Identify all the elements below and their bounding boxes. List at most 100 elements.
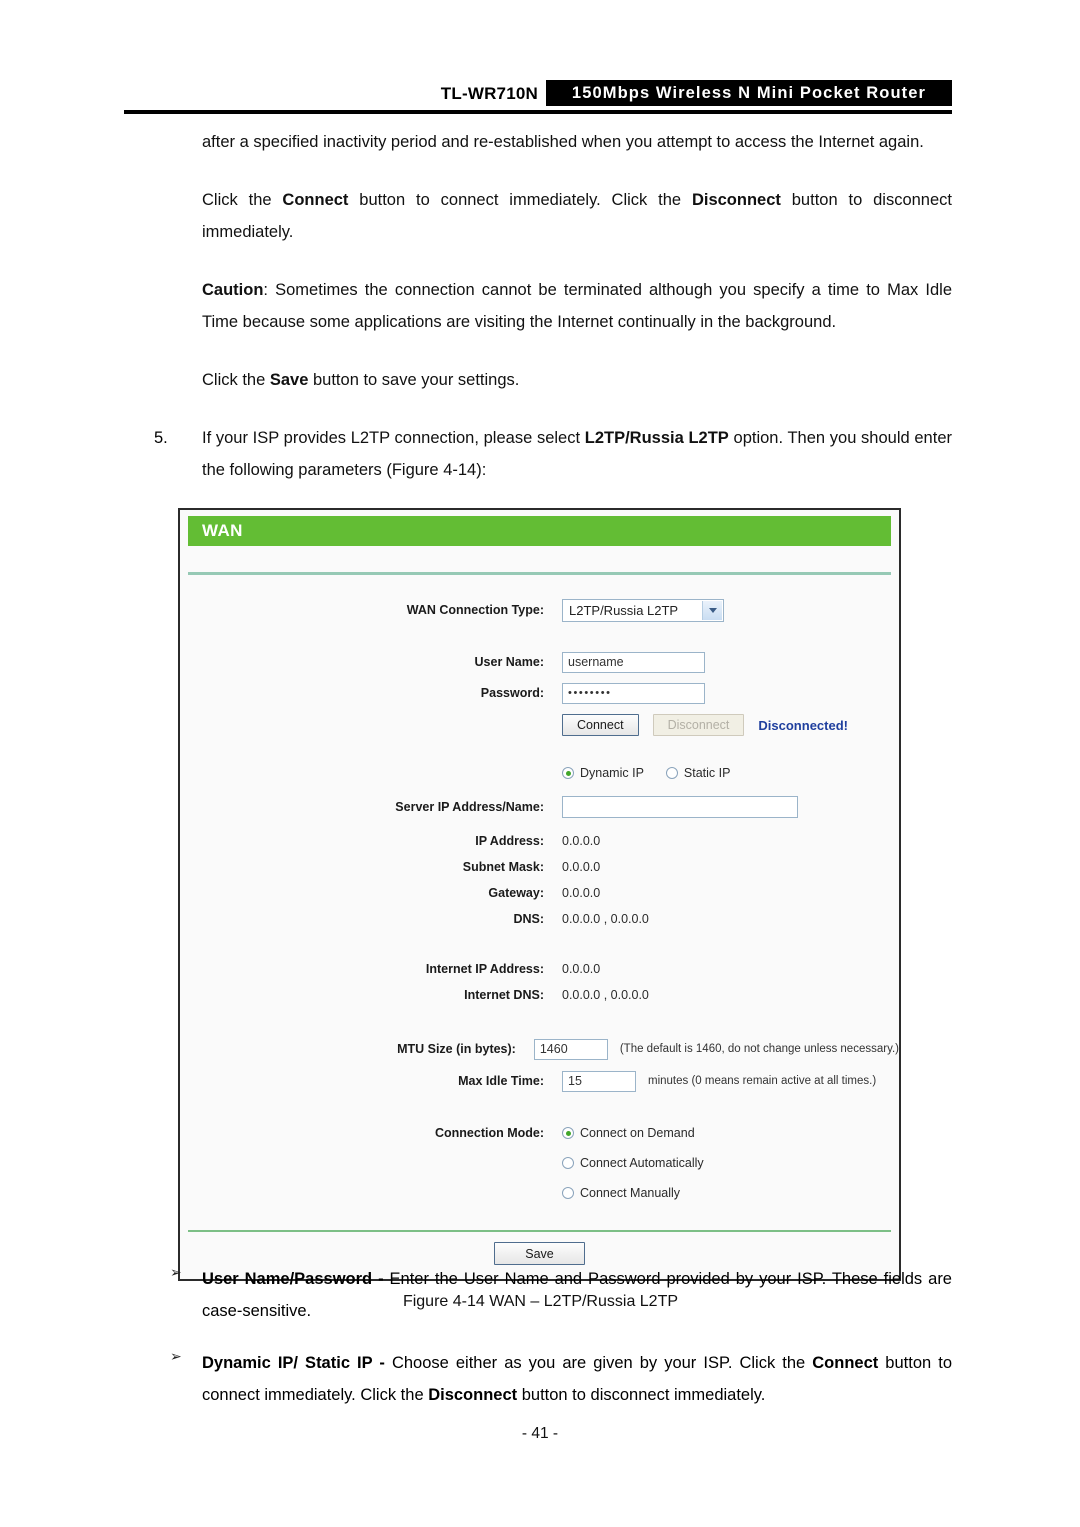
value-internet-ip-address: 0.0.0.0 bbox=[562, 962, 601, 976]
row-password: Password: bbox=[180, 680, 899, 706]
ip-mode-radio-group: Dynamic IP Static IP bbox=[562, 766, 752, 780]
row-ip-mode: Dynamic IP Static IP bbox=[180, 760, 899, 786]
radio-connect-on-demand[interactable] bbox=[562, 1127, 574, 1139]
bullet-2-bold-a: Dynamic IP/ Static IP - bbox=[202, 1354, 392, 1372]
label-ip-address: IP Address: bbox=[475, 834, 544, 848]
bullet-dynamic-static-ip: ➢ Dynamic IP/ Static IP - Choose either … bbox=[170, 1347, 952, 1411]
label-connect-on-demand[interactable]: Connect on Demand bbox=[580, 1126, 695, 1140]
max-idle-time-input[interactable] bbox=[562, 1070, 636, 1092]
label-dns: DNS: bbox=[513, 912, 544, 926]
mtu-hint-text: (The default is 1460, do not change unle… bbox=[619, 1043, 899, 1055]
disconnect-bold: Disconnect bbox=[691, 191, 781, 209]
mtu-control: (The default is 1460, do not change unle… bbox=[533, 1038, 899, 1060]
caution-text: : Sometimes the connection cannot be ter… bbox=[202, 281, 952, 331]
label-dynamic-ip[interactable]: Dynamic IP bbox=[580, 766, 644, 780]
list-item-5-text: If your ISP provides L2TP connection, pl… bbox=[202, 422, 952, 486]
label-internet-dns: Internet DNS: bbox=[464, 988, 544, 1002]
wan-panel-title: WAN bbox=[188, 516, 891, 546]
item5-pre: If your ISP provides L2TP connection, pl… bbox=[202, 429, 585, 447]
internet-field-group: Internet IP Address: 0.0.0.0 Internet DN… bbox=[180, 956, 899, 1008]
wan-settings-panel: WAN WAN Connection Type: L2TP/Russia L2T… bbox=[178, 508, 901, 1281]
label-connect-manually[interactable]: Connect Manually bbox=[580, 1186, 680, 1200]
row-max-idle-time: Max Idle Time: minutes (0 means remain a… bbox=[180, 1068, 899, 1094]
radio-dynamic-ip[interactable] bbox=[562, 767, 574, 779]
save-text-post: button to save your settings. bbox=[308, 371, 520, 389]
value-internet-dns: 0.0.0.0 , 0.0.0.0 bbox=[562, 988, 649, 1002]
row-mtu-size: MTU Size (in bytes): (The default is 146… bbox=[180, 1036, 899, 1062]
label-mtu-size: MTU Size (in bytes): bbox=[397, 1042, 516, 1056]
max-idle-hint-text: minutes (0 means remain active at all ti… bbox=[648, 1075, 877, 1087]
row-subnet-mask: Subnet Mask: 0.0.0.0 bbox=[180, 854, 899, 880]
row-gateway: Gateway: 0.0.0.0 bbox=[180, 880, 899, 906]
bullet-2-text-a: Choose either as you are given by your I… bbox=[391, 1354, 813, 1372]
header-model-name: TL-WR710N bbox=[440, 84, 538, 103]
mtu-size-input[interactable] bbox=[533, 1038, 608, 1060]
row-connection-mode-manual: Connect Manually bbox=[180, 1180, 899, 1206]
header-rule bbox=[124, 110, 952, 114]
bullet-user-name-password-text: User Name/Password - Enter the User Name… bbox=[202, 1263, 952, 1327]
save-bold: Save bbox=[269, 371, 309, 389]
user-name-control bbox=[562, 651, 705, 673]
header-product-tagline: 150Mbps Wireless N Mini Pocket Router bbox=[546, 80, 952, 106]
row-dns: DNS: 0.0.0.0 , 0.0.0.0 bbox=[180, 906, 899, 932]
label-connect-automatically[interactable]: Connect Automatically bbox=[580, 1156, 704, 1170]
label-wan-connection-type: WAN Connection Type: bbox=[406, 603, 544, 617]
row-internet-ip-address: Internet IP Address: 0.0.0.0 bbox=[180, 956, 899, 982]
user-name-input[interactable] bbox=[562, 651, 705, 673]
value-ip-address: 0.0.0.0 bbox=[562, 834, 601, 848]
row-server-ip: Server IP Address/Name: bbox=[180, 794, 899, 820]
bullet-2-text-c: button to disconnect immediately. bbox=[517, 1386, 766, 1404]
bullet-user-name-password: ➢ User Name/Password - Enter the User Na… bbox=[170, 1263, 952, 1327]
label-static-ip[interactable]: Static IP bbox=[684, 766, 731, 780]
row-connection-mode-auto: Connect Automatically bbox=[180, 1150, 899, 1176]
value-dns: 0.0.0.0 , 0.0.0.0 bbox=[562, 912, 649, 926]
label-gateway: Gateway: bbox=[488, 886, 544, 900]
connect-actions: Connect Disconnect Disconnected! bbox=[562, 714, 848, 736]
caution-label: Caution bbox=[202, 281, 264, 299]
password-input[interactable] bbox=[562, 682, 705, 704]
label-user-name: User Name: bbox=[474, 655, 544, 669]
row-wan-connection-type: WAN Connection Type: L2TP/Russia L2TP bbox=[180, 597, 899, 623]
radio-connect-manually[interactable] bbox=[562, 1187, 574, 1199]
radio-connect-automatically[interactable] bbox=[562, 1157, 574, 1169]
bullet-marker-icon: ➢ bbox=[170, 1348, 182, 1364]
radio-static-ip[interactable] bbox=[665, 767, 678, 779]
row-connect-actions: Connect Disconnect Disconnected! bbox=[180, 712, 899, 738]
connect-text-pre: Click the bbox=[202, 191, 283, 209]
page-number: - 41 - bbox=[521, 1425, 559, 1442]
value-gateway: 0.0.0.0 bbox=[562, 886, 601, 900]
connection-mode-option-manually: Connect Manually bbox=[562, 1186, 702, 1200]
server-ip-control bbox=[562, 796, 798, 818]
label-password: Password: bbox=[480, 686, 544, 700]
save-text-pre: Click the bbox=[202, 371, 270, 389]
list-item-5: 5. If your ISP provides L2TP connection,… bbox=[154, 422, 952, 486]
wan-form: WAN Connection Type: L2TP/Russia L2TP Us… bbox=[180, 575, 899, 1230]
connection-status-text: Disconnected! bbox=[758, 717, 848, 733]
document-body: after a specified inactivity period and … bbox=[124, 126, 952, 486]
save-button[interactable]: Save bbox=[494, 1242, 585, 1265]
bullet-1-bold: User Name/Password - bbox=[202, 1270, 390, 1288]
item5-bold: L2TP/Russia L2TP bbox=[584, 429, 729, 447]
password-control bbox=[562, 682, 705, 704]
figure-4-14: WAN WAN Connection Type: L2TP/Russia L2T… bbox=[178, 508, 903, 1311]
bullet-list: ➢ User Name/Password - Enter the User Na… bbox=[170, 1263, 952, 1431]
row-connection-mode: Connection Mode: Connect on Demand bbox=[180, 1120, 899, 1146]
server-ip-input[interactable] bbox=[562, 796, 798, 818]
row-internet-dns: Internet DNS: 0.0.0.0 , 0.0.0.0 bbox=[180, 982, 899, 1008]
connect-text-mid: button to connect immediately. Click the bbox=[348, 191, 692, 209]
row-user-name: User Name: bbox=[180, 649, 899, 675]
list-item-5-number: 5. bbox=[154, 429, 168, 447]
label-server-ip: Server IP Address/Name: bbox=[395, 800, 544, 814]
connection-mode-option-automatically: Connect Automatically bbox=[562, 1156, 726, 1170]
connect-button[interactable]: Connect bbox=[562, 714, 639, 736]
label-subnet-mask: Subnet Mask: bbox=[462, 860, 544, 874]
wan-connection-type-select[interactable]: L2TP/Russia L2TP bbox=[562, 598, 724, 622]
page-running-header: TL-WR710N 150Mbps Wireless N Mini Pocket… bbox=[124, 80, 952, 114]
bullet-2-bold-c: Disconnect bbox=[428, 1386, 518, 1404]
readonly-field-group: IP Address: 0.0.0.0 Subnet Mask: 0.0.0.0… bbox=[180, 828, 899, 932]
chevron-down-icon[interactable] bbox=[702, 600, 722, 620]
label-connection-mode: Connection Mode: bbox=[434, 1126, 544, 1140]
wan-connection-type-control: L2TP/Russia L2TP bbox=[562, 598, 724, 622]
wan-connection-type-selected-value: L2TP/Russia L2TP bbox=[569, 602, 679, 618]
paragraph-continued: after a specified inactivity period and … bbox=[202, 133, 924, 151]
